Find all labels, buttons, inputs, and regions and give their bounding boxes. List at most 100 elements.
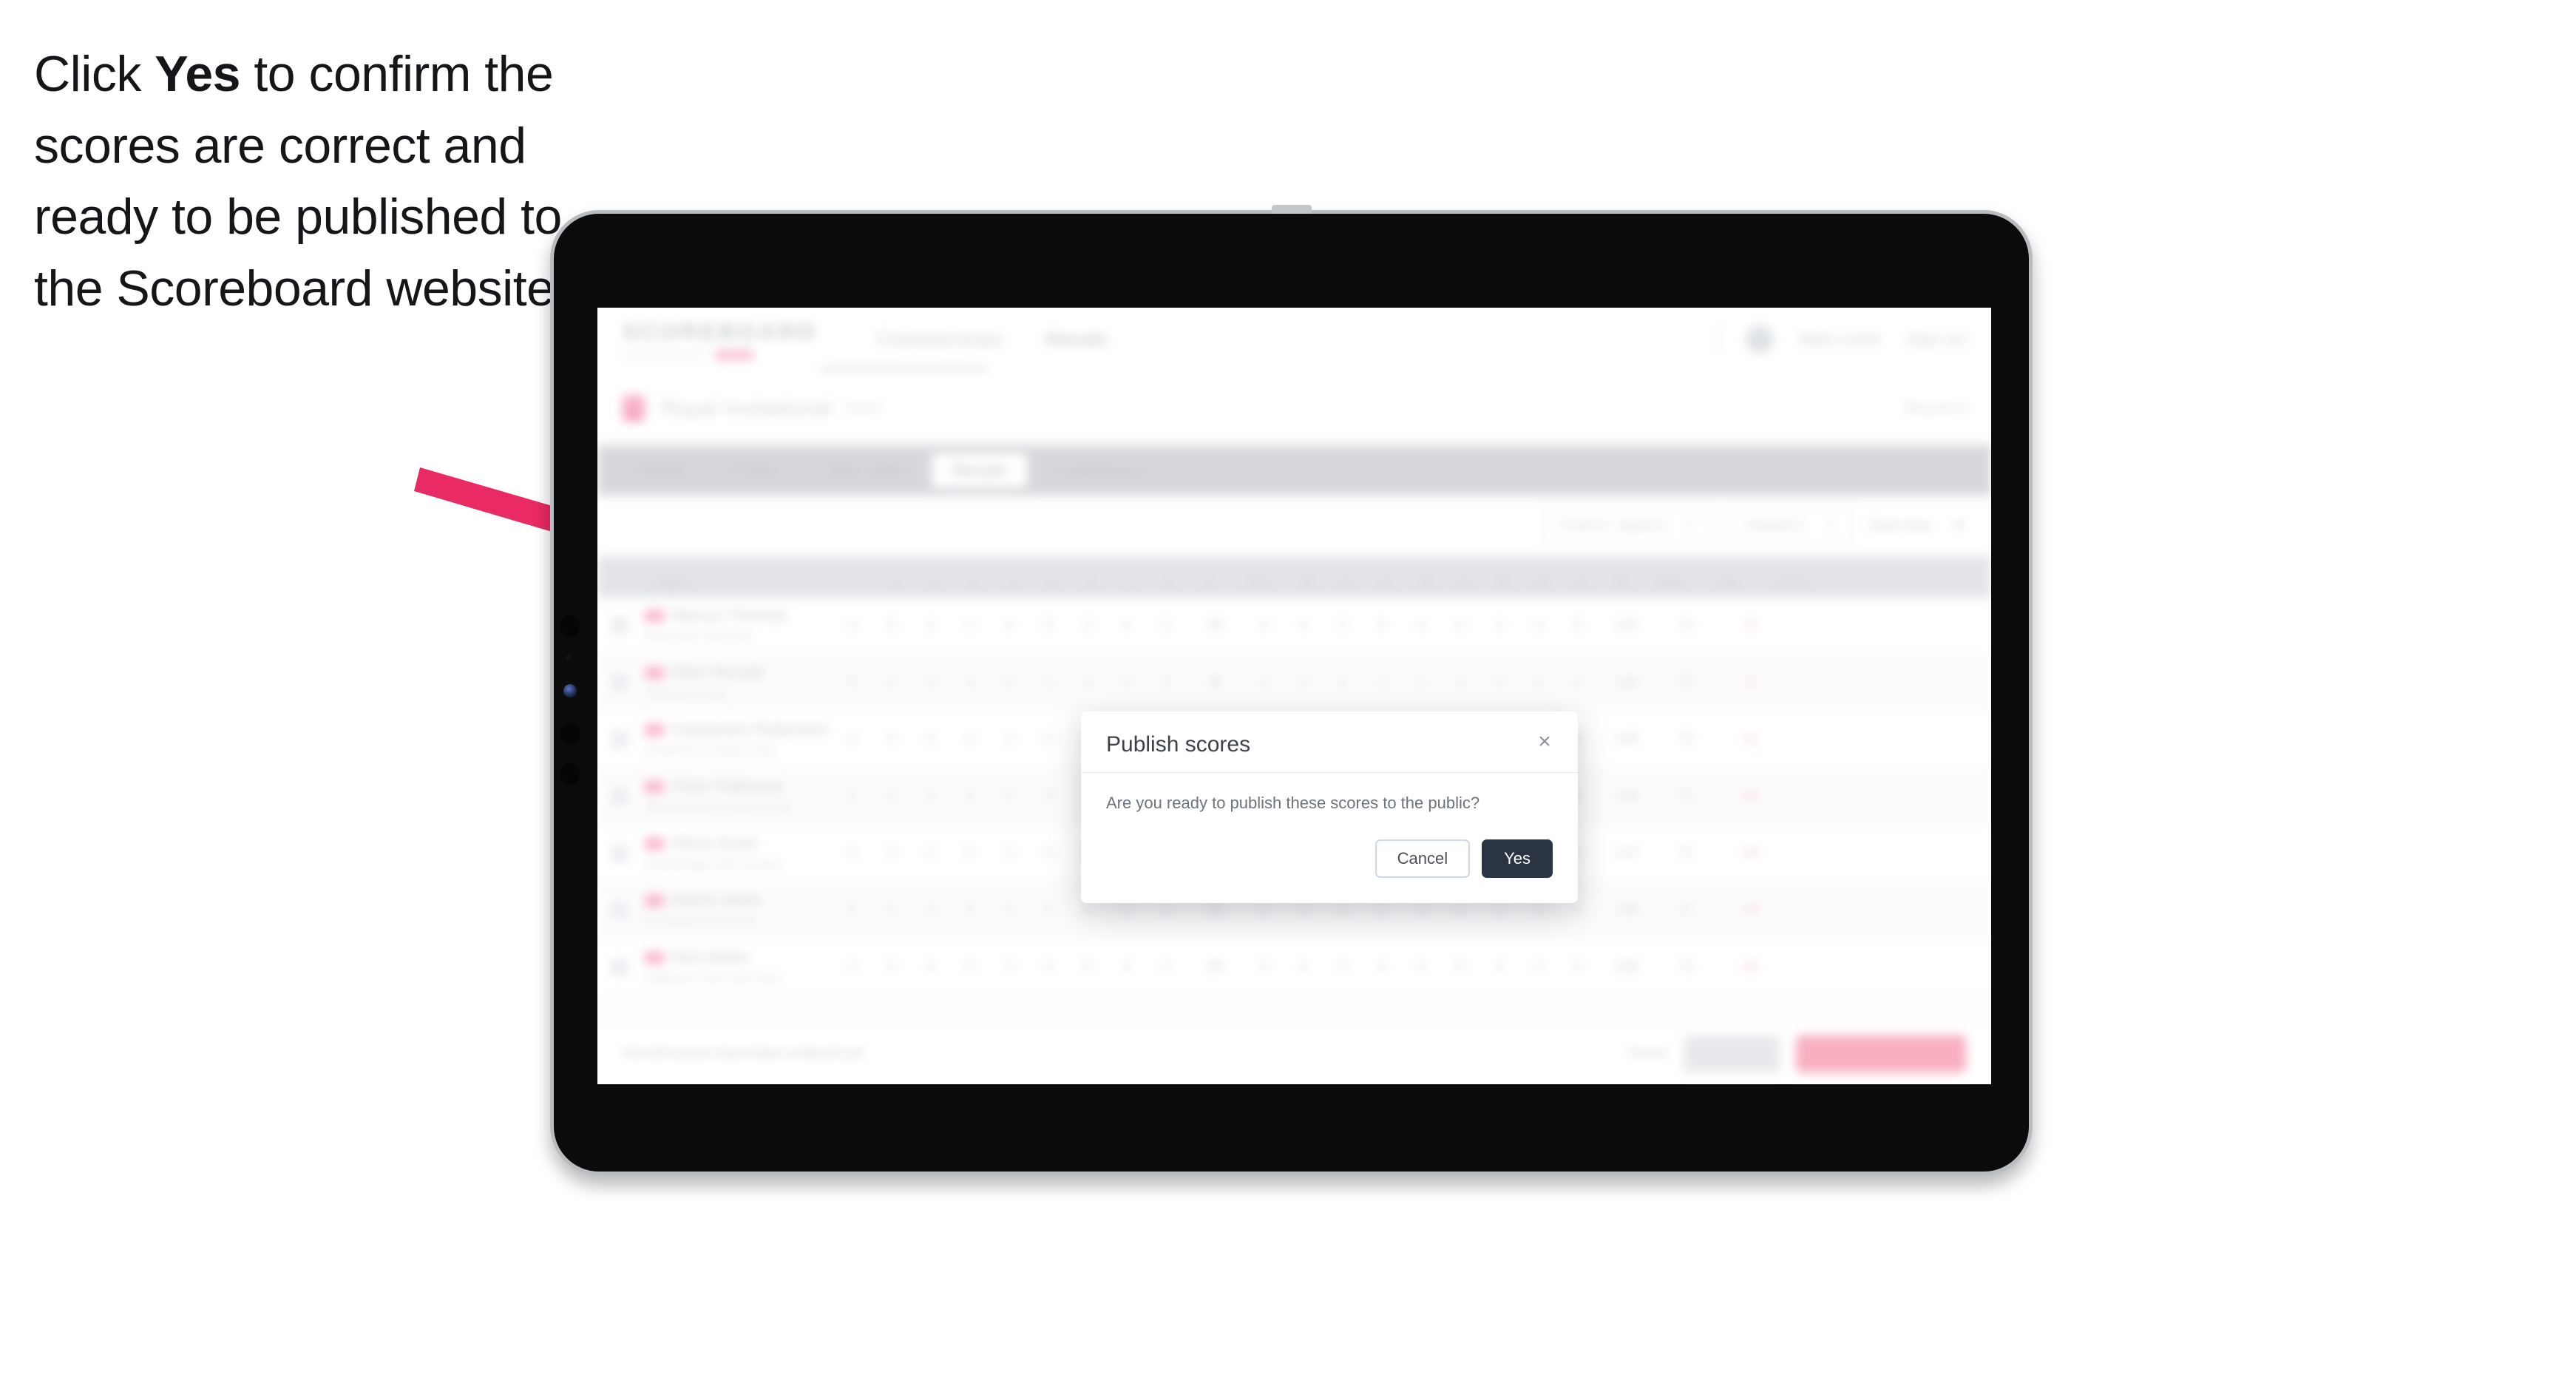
player-cell[interactable]: Naomi Wells Brookfield Golf Club: [645, 892, 833, 929]
score-cell[interactable]: 5: [1068, 959, 1107, 976]
score-cell[interactable]: 3: [989, 731, 1028, 748]
score-cell[interactable]: 4: [1401, 675, 1440, 691]
total-cell[interactable]: 146: [1597, 788, 1656, 805]
par-cell[interactable]: 71: [1656, 788, 1715, 805]
par-cell[interactable]: 72: [1656, 618, 1715, 634]
row-checkbox[interactable]: [611, 959, 645, 976]
score-total-cell[interactable]: +5: [1715, 959, 1783, 976]
out-cell[interactable]: 36: [1185, 618, 1244, 634]
score-cell[interactable]: 4: [1107, 959, 1146, 976]
score-cell[interactable]: 3: [1323, 618, 1362, 634]
score-cell[interactable]: 4: [1362, 959, 1401, 976]
score-total-cell[interactable]: +1: [1715, 731, 1783, 748]
score-total-cell[interactable]: -1: [1715, 675, 1783, 691]
score-total-cell[interactable]: +2: [1715, 788, 1783, 805]
par-cell[interactable]: 72: [1656, 902, 1715, 919]
checkbox-icon[interactable]: [611, 788, 628, 805]
score-cell[interactable]: 3: [1479, 618, 1519, 634]
score-cell[interactable]: 4: [1558, 902, 1597, 919]
score-cell[interactable]: 4: [833, 845, 872, 862]
score-cell[interactable]: 5: [1558, 618, 1597, 634]
score-cell[interactable]: 5: [1028, 731, 1068, 748]
total-cell[interactable]: 142: [1597, 618, 1656, 634]
score-cell[interactable]: 4: [1244, 675, 1284, 691]
avatar[interactable]: [1746, 325, 1775, 354]
tab-leaderboard[interactable]: Leaderboard: [1031, 453, 1165, 487]
filter-holes-select[interactable]: Front 9 - Back 9 ▼: [1542, 507, 1715, 545]
navbar-user-name[interactable]: Mark Lewis: [1799, 330, 1881, 349]
score-cell[interactable]: 5: [1028, 618, 1068, 634]
score-cell[interactable]: 4: [1068, 675, 1107, 691]
out-cell[interactable]: 36: [1185, 675, 1244, 691]
checkbox-icon[interactable]: [611, 731, 628, 748]
checkbox-icon[interactable]: [611, 902, 628, 919]
yes-button[interactable]: Yes: [1482, 839, 1553, 878]
score-cell[interactable]: 4: [872, 731, 911, 748]
score-cell[interactable]: 5: [1440, 675, 1479, 691]
score-cell[interactable]: 4: [1440, 902, 1479, 919]
score-cell[interactable]: 4: [1068, 902, 1107, 919]
score-cell[interactable]: 5: [1146, 618, 1185, 634]
total-cell[interactable]: 145: [1597, 731, 1656, 748]
score-cell[interactable]: 4: [1401, 902, 1440, 919]
filter-order-select[interactable]: Start time ▼: [1869, 518, 1966, 535]
par-cell[interactable]: 72: [1656, 959, 1715, 976]
score-cell[interactable]: 5: [1107, 675, 1146, 691]
score-cell[interactable]: 4: [1284, 618, 1323, 634]
score-cell[interactable]: 4: [1519, 618, 1558, 634]
score-cell[interactable]: 4: [950, 959, 989, 976]
cancel-button[interactable]: Cancel: [1375, 839, 1471, 878]
score-cell[interactable]: 3: [1244, 902, 1284, 919]
score-cell[interactable]: 3: [1028, 845, 1068, 862]
score-cell[interactable]: 5: [1440, 959, 1479, 976]
score-cell[interactable]: 5: [1362, 618, 1401, 634]
score-cell[interactable]: 5: [989, 788, 1028, 805]
score-cell[interactable]: 4: [989, 618, 1028, 634]
player-cell[interactable]: Cassandra Robertson Pinehurst Country Clu…: [645, 721, 833, 758]
score-cell[interactable]: 5: [1558, 959, 1597, 976]
score-cell[interactable]: 4: [950, 788, 989, 805]
nav-link-results[interactable]: Results: [1045, 329, 1107, 351]
score-cell[interactable]: 4: [950, 618, 989, 634]
score-total-cell[interactable]: +3: [1715, 845, 1783, 862]
total-cell[interactable]: 147: [1597, 845, 1656, 862]
row-checkbox[interactable]: [611, 788, 645, 805]
score-cell[interactable]: 4: [1028, 788, 1068, 805]
score-cell[interactable]: 4: [833, 618, 872, 634]
score-cell[interactable]: 4: [1479, 675, 1519, 691]
score-cell[interactable]: 4: [1107, 618, 1146, 634]
publish-scores-button[interactable]: [1796, 1035, 1966, 1072]
score-cell[interactable]: 4: [1479, 959, 1519, 976]
score-cell[interactable]: 5: [833, 902, 872, 919]
total-cell[interactable]: 150: [1597, 959, 1656, 976]
score-cell[interactable]: 5: [911, 731, 950, 748]
score-cell[interactable]: 3: [989, 959, 1028, 976]
score-total-cell[interactable]: +4: [1715, 902, 1783, 919]
score-cell[interactable]: 4: [1323, 675, 1362, 691]
app-logo[interactable]: SCOREBOARD POWERED BY: [623, 319, 818, 361]
par-cell[interactable]: 72: [1656, 675, 1715, 691]
score-cell[interactable]: 4: [1519, 959, 1558, 976]
score-cell[interactable]: 5: [833, 675, 872, 691]
out-cell[interactable]: 38: [1185, 902, 1244, 919]
score-cell[interactable]: 5: [1362, 902, 1401, 919]
total-cell[interactable]: 144: [1597, 675, 1656, 691]
table-row[interactable]: Nick Baker Highland Park Golf Club 4 5 4 4 3 4 5…: [597, 939, 1991, 996]
score-cell[interactable]: 4: [1323, 902, 1362, 919]
score-cell[interactable]: 4: [1146, 959, 1185, 976]
player-cell[interactable]: Chris Patterson Westchester Country Club: [645, 778, 833, 815]
score-cell[interactable]: 4: [950, 731, 989, 748]
score-cell[interactable]: 4: [911, 788, 950, 805]
score-cell[interactable]: 4: [989, 845, 1028, 862]
save-button[interactable]: [1684, 1035, 1780, 1072]
score-cell[interactable]: 4: [1401, 618, 1440, 634]
checkbox-icon[interactable]: [611, 959, 628, 976]
filter-round-select[interactable]: Round 3 ▼: [1730, 507, 1853, 545]
tab-results[interactable]: Results: [932, 453, 1028, 487]
score-cell[interactable]: 5: [872, 959, 911, 976]
player-cell[interactable]: Olivia Grant Sandbridge Golf Society: [645, 835, 833, 872]
out-cell[interactable]: 39: [1185, 959, 1244, 976]
score-cell[interactable]: 3: [833, 788, 872, 805]
score-cell[interactable]: 4: [911, 675, 950, 691]
score-cell[interactable]: 5: [1244, 959, 1284, 976]
